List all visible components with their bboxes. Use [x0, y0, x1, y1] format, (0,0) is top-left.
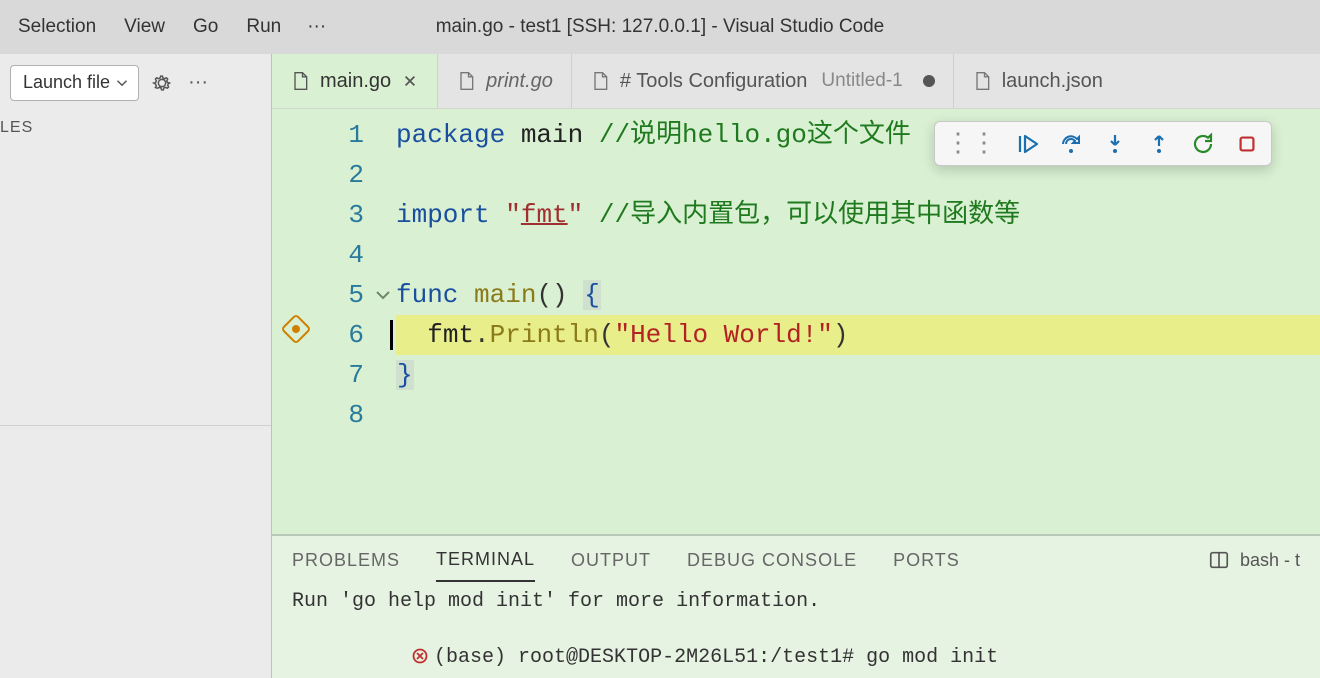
editor-body[interactable]: 1 2 3 4 5 6 7 8 package main //说明hello.g… — [272, 109, 1320, 534]
terminal-line: (base) root@DESKTOP-2M26L51:/test1# go m… — [292, 616, 1300, 644]
drag-handle-icon[interactable]: ⋮⋮ — [945, 128, 997, 159]
terminal-line: Run 'go help mod init' for more informat… — [292, 588, 1300, 616]
tab-print-go[interactable]: print.go — [438, 54, 572, 108]
code-line: fmt.Println("Hello World!") — [396, 315, 1320, 355]
launch-config-select[interactable]: Launch file — [10, 65, 139, 101]
tab-launch-json[interactable]: launch.json — [954, 54, 1121, 108]
editor-area: main.go print.go # Tools Configuration U… — [272, 54, 1320, 678]
error-icon — [412, 648, 430, 666]
terminal-body[interactable]: Run 'go help mod init' for more informat… — [272, 584, 1320, 678]
continue-button[interactable] — [1013, 130, 1041, 158]
line-number: 2 — [320, 155, 370, 195]
file-icon — [590, 70, 610, 92]
line-number: 7 — [320, 355, 370, 395]
dirty-indicator-icon — [923, 75, 935, 87]
panel-right: bash - t — [1208, 549, 1300, 571]
line-number: 5 — [320, 275, 370, 315]
editor-tabs: main.go print.go # Tools Configuration U… — [272, 54, 1320, 109]
menu-selection[interactable]: Selection — [4, 10, 110, 44]
breakpoint-marker[interactable] — [272, 309, 320, 349]
code-line: import "fmt" //导入内置包，可以使用其中函数等 — [396, 195, 1320, 235]
menu-run[interactable]: Run — [232, 10, 295, 44]
panel-tab-output[interactable]: OUTPUT — [571, 540, 651, 581]
file-icon — [290, 70, 310, 92]
chevron-down-icon — [375, 287, 391, 303]
more-icon[interactable]: ··· — [185, 70, 211, 96]
launch-config-label: Launch file — [23, 72, 110, 93]
fold-toggle[interactable] — [370, 275, 396, 315]
tab-suffix: Untitled-1 — [821, 70, 902, 92]
step-out-button[interactable] — [1145, 130, 1173, 158]
menu-view[interactable]: View — [110, 10, 179, 44]
debug-toolbar[interactable]: ⋮⋮ — [934, 121, 1272, 166]
panel-tab-debug-console[interactable]: DEBUG CONSOLE — [687, 540, 857, 581]
code-line: } — [396, 355, 1320, 395]
file-icon — [972, 70, 992, 92]
tab-untitled-1[interactable]: # Tools Configuration Untitled-1 — [572, 54, 954, 108]
line-number-gutter: 1 2 3 4 5 6 7 8 — [320, 109, 370, 534]
step-over-button[interactable] — [1057, 130, 1085, 158]
chevron-down-icon — [116, 77, 128, 89]
line-number: 6 — [320, 315, 370, 355]
tab-label: # Tools Configuration — [620, 70, 808, 93]
sidebar-section-label: LES — [0, 111, 271, 145]
menu-go[interactable]: Go — [179, 10, 232, 44]
terminal-shell-label[interactable]: bash - t — [1240, 550, 1300, 571]
restart-button[interactable] — [1189, 130, 1217, 158]
panel-tab-terminal[interactable]: TERMINAL — [436, 539, 535, 582]
breakpoint-icon — [280, 313, 311, 344]
panel-tabs: PROBLEMS TERMINAL OUTPUT DEBUG CONSOLE P… — [272, 536, 1320, 584]
split-editor-icon[interactable] — [1208, 549, 1230, 571]
tab-label: print.go — [486, 70, 553, 93]
file-icon — [456, 70, 476, 92]
panel-tab-ports[interactable]: PORTS — [893, 540, 960, 581]
line-number: 8 — [320, 395, 370, 435]
menu-items: Selection View Go Run ··· — [0, 10, 338, 44]
main-area: Launch file ··· LES main.go print.go — [0, 54, 1320, 678]
tab-label: main.go — [320, 70, 391, 93]
panel-tab-problems[interactable]: PROBLEMS — [292, 540, 400, 581]
sidebar: Launch file ··· LES — [0, 54, 272, 678]
tab-label: launch.json — [1002, 70, 1103, 93]
line-number: 3 — [320, 195, 370, 235]
gear-icon[interactable] — [149, 70, 175, 96]
sidebar-lower — [0, 425, 271, 678]
tab-main-go[interactable]: main.go — [272, 54, 438, 108]
code-line — [396, 395, 1320, 435]
line-number: 1 — [320, 115, 370, 155]
menu-bar: Selection View Go Run ··· main.go - test… — [0, 0, 1320, 54]
line-number: 4 — [320, 235, 370, 275]
code-line: func main() { — [396, 275, 1320, 315]
breakpoint-gutter[interactable] — [272, 109, 320, 534]
close-icon[interactable] — [401, 72, 419, 90]
step-into-button[interactable] — [1101, 130, 1129, 158]
menu-more-icon[interactable]: ··· — [295, 10, 338, 44]
code-content[interactable]: package main //说明hello.go这个文件 import "fm… — [396, 109, 1320, 534]
stop-button[interactable] — [1233, 130, 1261, 158]
code-line — [396, 235, 1320, 275]
bottom-panel: PROBLEMS TERMINAL OUTPUT DEBUG CONSOLE P… — [272, 534, 1320, 678]
sidebar-top: Launch file ··· — [0, 54, 271, 111]
